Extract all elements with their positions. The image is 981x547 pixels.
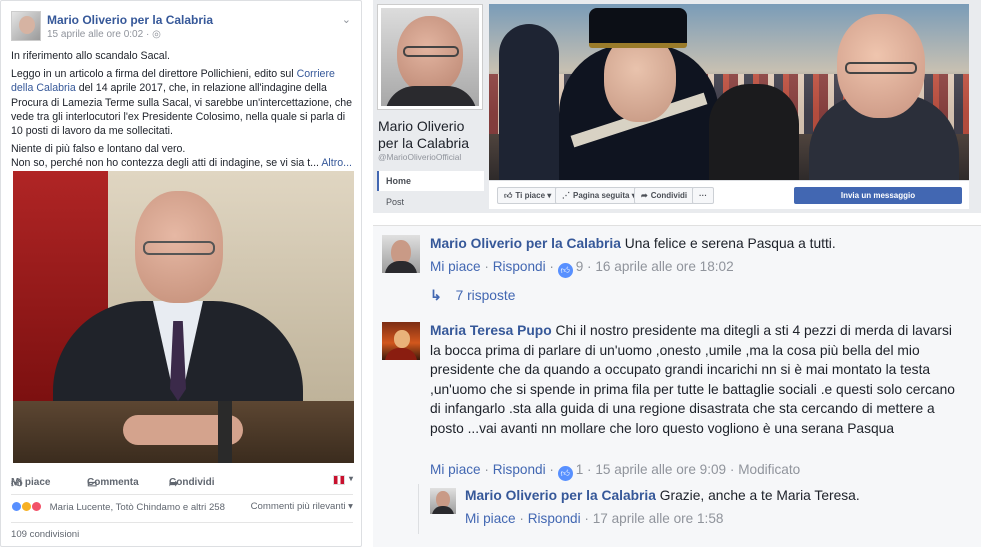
- globe-icon: ◎: [152, 29, 161, 40]
- see-more-link[interactable]: Altro...: [321, 157, 352, 169]
- comments-section: Mario Oliverio per la Calabria Una felic…: [373, 225, 981, 547]
- caret-down-icon[interactable]: ▾: [349, 474, 353, 483]
- comments-sort-dropdown[interactable]: Commenti più rilevanti ▾: [251, 501, 353, 512]
- page-handle[interactable]: @MarioOliverioOfficial: [378, 152, 461, 162]
- profile-photo-image: [381, 8, 479, 106]
- comment-3: Mario Oliverio per la Calabria Grazie, a…: [465, 486, 965, 506]
- photo-glasses: [143, 241, 215, 255]
- profile-body: [385, 86, 477, 106]
- page-header: Mario Oliverio per la Calabria @MarioOli…: [373, 0, 981, 213]
- divider: [11, 494, 353, 495]
- like-button-label: Mi piace: [11, 477, 51, 488]
- view-replies-link[interactable]: ↳ 7 risposte: [430, 288, 515, 304]
- cover-president-glasses: [845, 62, 917, 74]
- comment-like-link[interactable]: Mi piace: [465, 511, 516, 526]
- cover-photo[interactable]: [489, 4, 969, 180]
- nav-item-home[interactable]: Home: [377, 171, 484, 191]
- page-profile-photo[interactable]: [377, 4, 483, 110]
- post-paragraph-1: In riferimento allo scandalo Sacal.: [11, 50, 170, 62]
- chevron-down-icon[interactable]: ⌄: [342, 13, 351, 26]
- cover-officer: [499, 24, 559, 180]
- reply-arrow-icon: ↳: [430, 288, 442, 303]
- comment-text: Una felice e serena Pasqua a tutti.: [624, 236, 836, 251]
- comment-reply-link[interactable]: Rispondi: [528, 511, 581, 526]
- page-title[interactable]: Mario Oliverio per la Calabria: [378, 118, 488, 152]
- post-photo[interactable]: [13, 171, 354, 463]
- nav-item-post[interactable]: Post: [377, 194, 484, 212]
- comment-like-link[interactable]: Mi piace: [430, 259, 481, 274]
- comment-text: Grazie, anche a te Maria Teresa.: [659, 488, 860, 503]
- reactions-names[interactable]: Maria Lucente, Totò Chindamo e altri 258: [50, 502, 225, 513]
- avatar-head: [394, 330, 410, 348]
- comment-1: Mario Oliverio per la Calabria Una felic…: [430, 234, 970, 254]
- comment-time[interactable]: 17 aprile alle ore 1:58: [593, 511, 724, 526]
- page-like-label: Ti piace: [515, 191, 546, 200]
- profile-glasses: [403, 46, 459, 57]
- shares-count[interactable]: 109 condivisioni: [11, 529, 79, 540]
- caret-down-icon: ▾: [348, 501, 353, 512]
- post-paragraph-4: Non so, perché non ho contezza degli att…: [11, 156, 357, 170]
- cover-priest: [709, 84, 799, 180]
- comments-sort-label: Commenti più rilevanti: [250, 501, 346, 512]
- comment-like-link[interactable]: Mi piace: [430, 462, 481, 477]
- reply-thread-line: [418, 484, 419, 534]
- comment-2-meta: Mi piace · Rispondi · 👍︎ 1 · 15 aprile al…: [430, 462, 800, 481]
- comment-avatar[interactable]: [382, 322, 420, 360]
- page-more-button[interactable]: ···: [692, 187, 714, 204]
- divider: [11, 522, 353, 523]
- comment-edited[interactable]: Modificato: [738, 462, 800, 477]
- caret-down-icon: ▾: [547, 191, 552, 200]
- comment-1-meta: Mi piace · Rispondi · 👍︎ 9 · 16 aprile al…: [430, 259, 734, 278]
- post-action-bar: 👍︎ Mi piace ▭ Commenta ➦ Condividi ▾: [11, 473, 353, 491]
- post-paragraph-2: Leggo in un articolo a firma del diretto…: [11, 67, 357, 138]
- comment-button-label: Commenta: [87, 477, 139, 488]
- like-badge-icon: 👍︎: [557, 466, 573, 481]
- photo-microphone: [218, 401, 232, 463]
- replies-count: 7 risposte: [455, 288, 516, 303]
- facebook-post: Mario Oliverio per la Calabria 15 aprile…: [0, 0, 362, 547]
- page-follow-label: Pagina seguita: [573, 191, 630, 200]
- page-share-button[interactable]: ➦ Condividi: [634, 187, 695, 204]
- comment-time[interactable]: 15 aprile alle ore 9:09: [595, 462, 726, 477]
- share-button-label: Condividi: [169, 477, 215, 488]
- comment-reply-link[interactable]: Rispondi: [493, 462, 546, 477]
- post-header: Mario Oliverio per la Calabria 15 aprile…: [11, 11, 351, 43]
- comment-avatar[interactable]: [382, 235, 420, 273]
- comment-2: Maria Teresa Pupo Chi il nostro presiden…: [430, 321, 960, 438]
- post-paragraph-3: Niente di più falso e lontano dal vero.: [11, 143, 186, 156]
- post-timestamp[interactable]: 15 aprile alle ore 0:02 · ◎: [47, 29, 161, 40]
- comment-reply-link[interactable]: Rispondi: [493, 259, 546, 274]
- cover-cap: [589, 8, 687, 48]
- page-action-bar: 👍︎Ti piace ▾ ⋰Pagina seguita ▾ ➦Condivid…: [489, 180, 969, 209]
- avatar-body: [385, 348, 417, 360]
- comment-author[interactable]: Maria Teresa Pupo: [430, 323, 552, 338]
- reply-avatar[interactable]: [430, 488, 456, 514]
- reactions-summary[interactable]: Maria Lucente, Totò Chindamo e altri 258…: [11, 501, 353, 517]
- comment-like-count[interactable]: 9: [576, 259, 584, 274]
- comment-author[interactable]: Mario Oliverio per la Calabria: [430, 236, 621, 251]
- comment-text: Chi il nostro presidente ma ditegli a st…: [430, 323, 955, 436]
- comment-3-meta: Mi piace · Rispondi · 17 aprile alle ore…: [465, 511, 724, 526]
- page-share-label: Condividi: [650, 191, 688, 200]
- comment-time[interactable]: 16 aprile alle ore 18:02: [595, 259, 733, 274]
- love-reaction-icon: [31, 501, 42, 512]
- post-author-name[interactable]: Mario Oliverio per la Calabria: [47, 13, 213, 27]
- post-paragraph-2-start: Leggo in un articolo a firma del diretto…: [11, 68, 297, 81]
- language-flag-icon[interactable]: [333, 475, 345, 485]
- comment-like-count[interactable]: 1: [576, 462, 584, 477]
- author-avatar[interactable]: [11, 11, 41, 41]
- thumbs-up-icon: 👍︎: [504, 191, 513, 200]
- page-like-button[interactable]: 👍︎ Ti piace ▾: [497, 187, 559, 204]
- share-arrow-icon: ➦: [641, 191, 648, 200]
- avatar-body: [385, 261, 417, 273]
- avatar-body: [432, 506, 454, 514]
- post-paragraph-4-text: Non so, perché non ho contezza degli att…: [11, 157, 319, 170]
- post-text: In riferimento allo scandalo Sacal. Legg…: [11, 49, 357, 171]
- rss-icon: ⋰: [562, 191, 570, 200]
- post-time-text[interactable]: 15 aprile alle ore 0:02 ·: [47, 29, 152, 40]
- like-badge-icon: 👍︎: [557, 263, 573, 278]
- comment-author[interactable]: Mario Oliverio per la Calabria: [465, 488, 656, 503]
- send-message-button[interactable]: Invia un messaggio: [794, 187, 962, 204]
- page-follow-button[interactable]: ⋰Pagina seguita ▾: [555, 187, 643, 204]
